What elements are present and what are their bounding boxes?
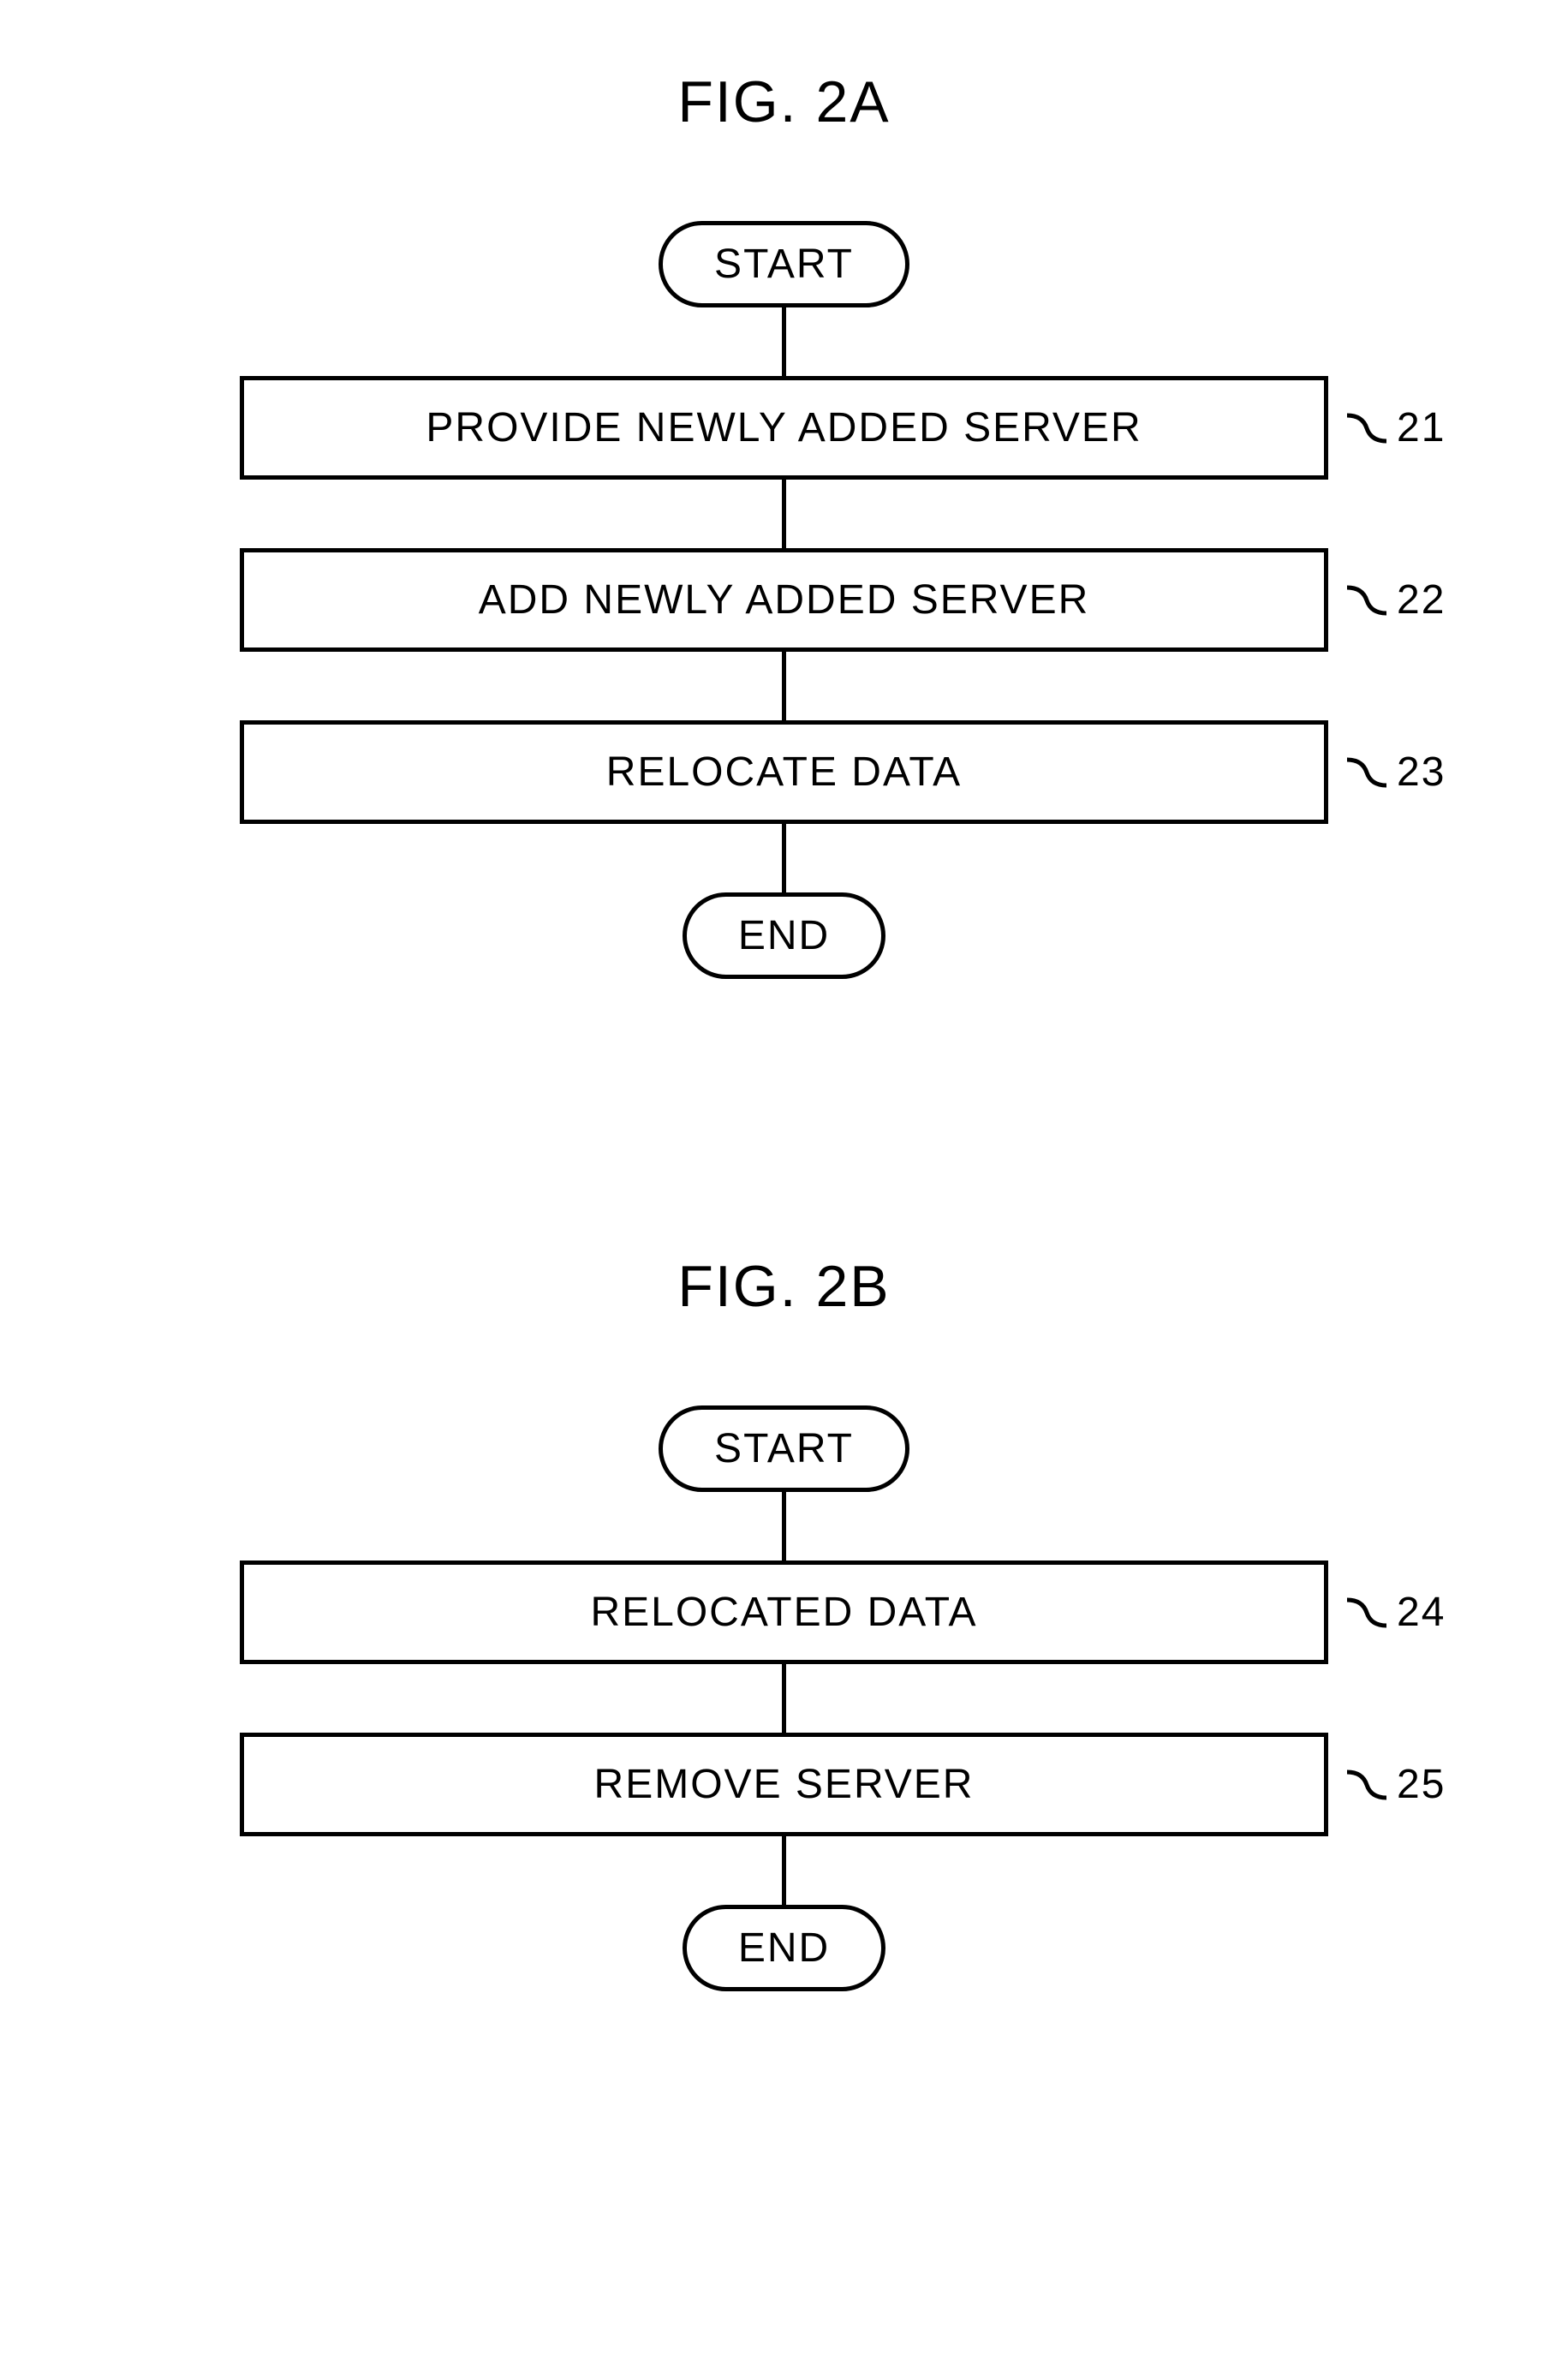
figure-title-b: FIG. 2B (86, 1253, 1482, 1320)
step-label: 24 (1397, 1589, 1446, 1636)
label-box: 25 (1328, 1761, 1482, 1808)
connector (782, 652, 786, 720)
end-terminal-a: END (683, 892, 885, 979)
process-step: RELOCATE DATA (240, 720, 1328, 824)
process-row: ADD NEWLY ADDED SERVER 22 (86, 548, 1482, 652)
connector (782, 1836, 786, 1905)
connector (782, 824, 786, 892)
connector (782, 1492, 786, 1560)
process-row: REMOVE SERVER 25 (86, 1733, 1482, 1836)
connector (782, 480, 786, 548)
figure-title-a: FIG. 2A (86, 69, 1482, 135)
connector (782, 1664, 786, 1733)
label-connector-icon (1345, 751, 1388, 794)
step-label: 23 (1397, 749, 1446, 796)
process-step: RELOCATED DATA (240, 1560, 1328, 1664)
start-terminal-b: START (659, 1405, 909, 1492)
process-step: ADD NEWLY ADDED SERVER (240, 548, 1328, 652)
step-label: 21 (1397, 404, 1446, 451)
label-box: 22 (1328, 576, 1482, 624)
process-step: PROVIDE NEWLY ADDED SERVER (240, 376, 1328, 480)
step-label: 25 (1397, 1761, 1446, 1808)
label-connector-icon (1345, 407, 1388, 450)
label-connector-icon (1345, 1591, 1388, 1634)
label-box: 23 (1328, 749, 1482, 796)
label-connector-icon (1345, 1763, 1388, 1806)
end-terminal-b: END (683, 1905, 885, 1991)
step-label: 22 (1397, 576, 1446, 624)
process-step: REMOVE SERVER (240, 1733, 1328, 1836)
process-row: RELOCATED DATA 24 (86, 1560, 1482, 1664)
label-connector-icon (1345, 579, 1388, 622)
process-row: PROVIDE NEWLY ADDED SERVER 21 (86, 376, 1482, 480)
flowchart-b: START RELOCATED DATA 24 REMOVE SERVER 25… (86, 1405, 1482, 1991)
label-box: 24 (1328, 1589, 1482, 1636)
section-gap (86, 1150, 1482, 1253)
flowchart-a: START PROVIDE NEWLY ADDED SERVER 21 ADD … (86, 221, 1482, 979)
connector (782, 307, 786, 376)
process-row: RELOCATE DATA 23 (86, 720, 1482, 824)
start-terminal-a: START (659, 221, 909, 307)
label-box: 21 (1328, 404, 1482, 451)
